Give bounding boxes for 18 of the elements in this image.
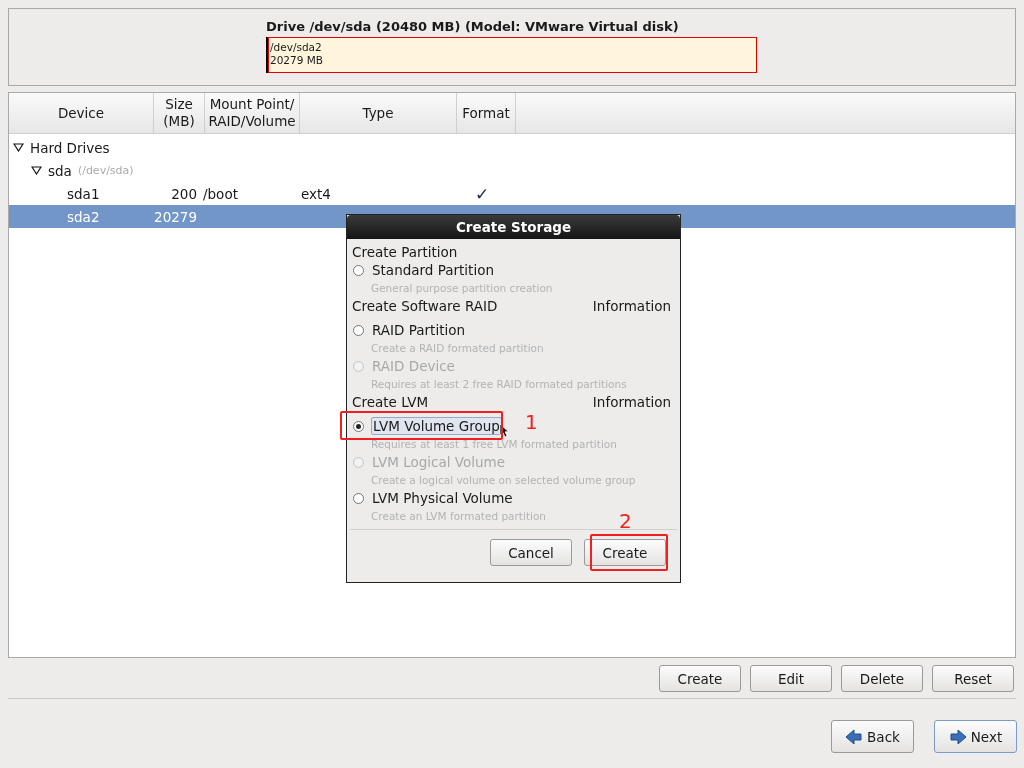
table-cell-text: /boot <box>203 185 239 202</box>
annotation-number: 1 <box>525 410 538 434</box>
option-description: General purpose partition creation <box>371 281 553 296</box>
annotation-number: 2 <box>619 509 632 533</box>
table-cell-text: sda2 <box>66 208 101 225</box>
section-heading: Create Partition <box>352 243 458 260</box>
partition-name: /dev/sda2 <box>270 41 322 54</box>
section-heading: Create Software RAID <box>352 298 498 314</box>
partition-size: 20279 MB <box>270 54 323 67</box>
device-path: (/dev/sda) <box>77 164 134 177</box>
table-cell-text: 20279 <box>153 208 198 225</box>
table-cell-text: 200 <box>170 185 198 202</box>
section-heading: Create LVM <box>352 394 429 410</box>
dialog-title: Create Storage <box>347 215 680 239</box>
table-cell-text: sda1 <box>66 185 101 202</box>
format-check: ✓ <box>474 183 490 204</box>
drive-title: Drive /dev/sda (20480 MB) (Model: VMware Virtual disk) <box>266 19 680 36</box>
table-cell-text: ext4 <box>300 185 332 202</box>
